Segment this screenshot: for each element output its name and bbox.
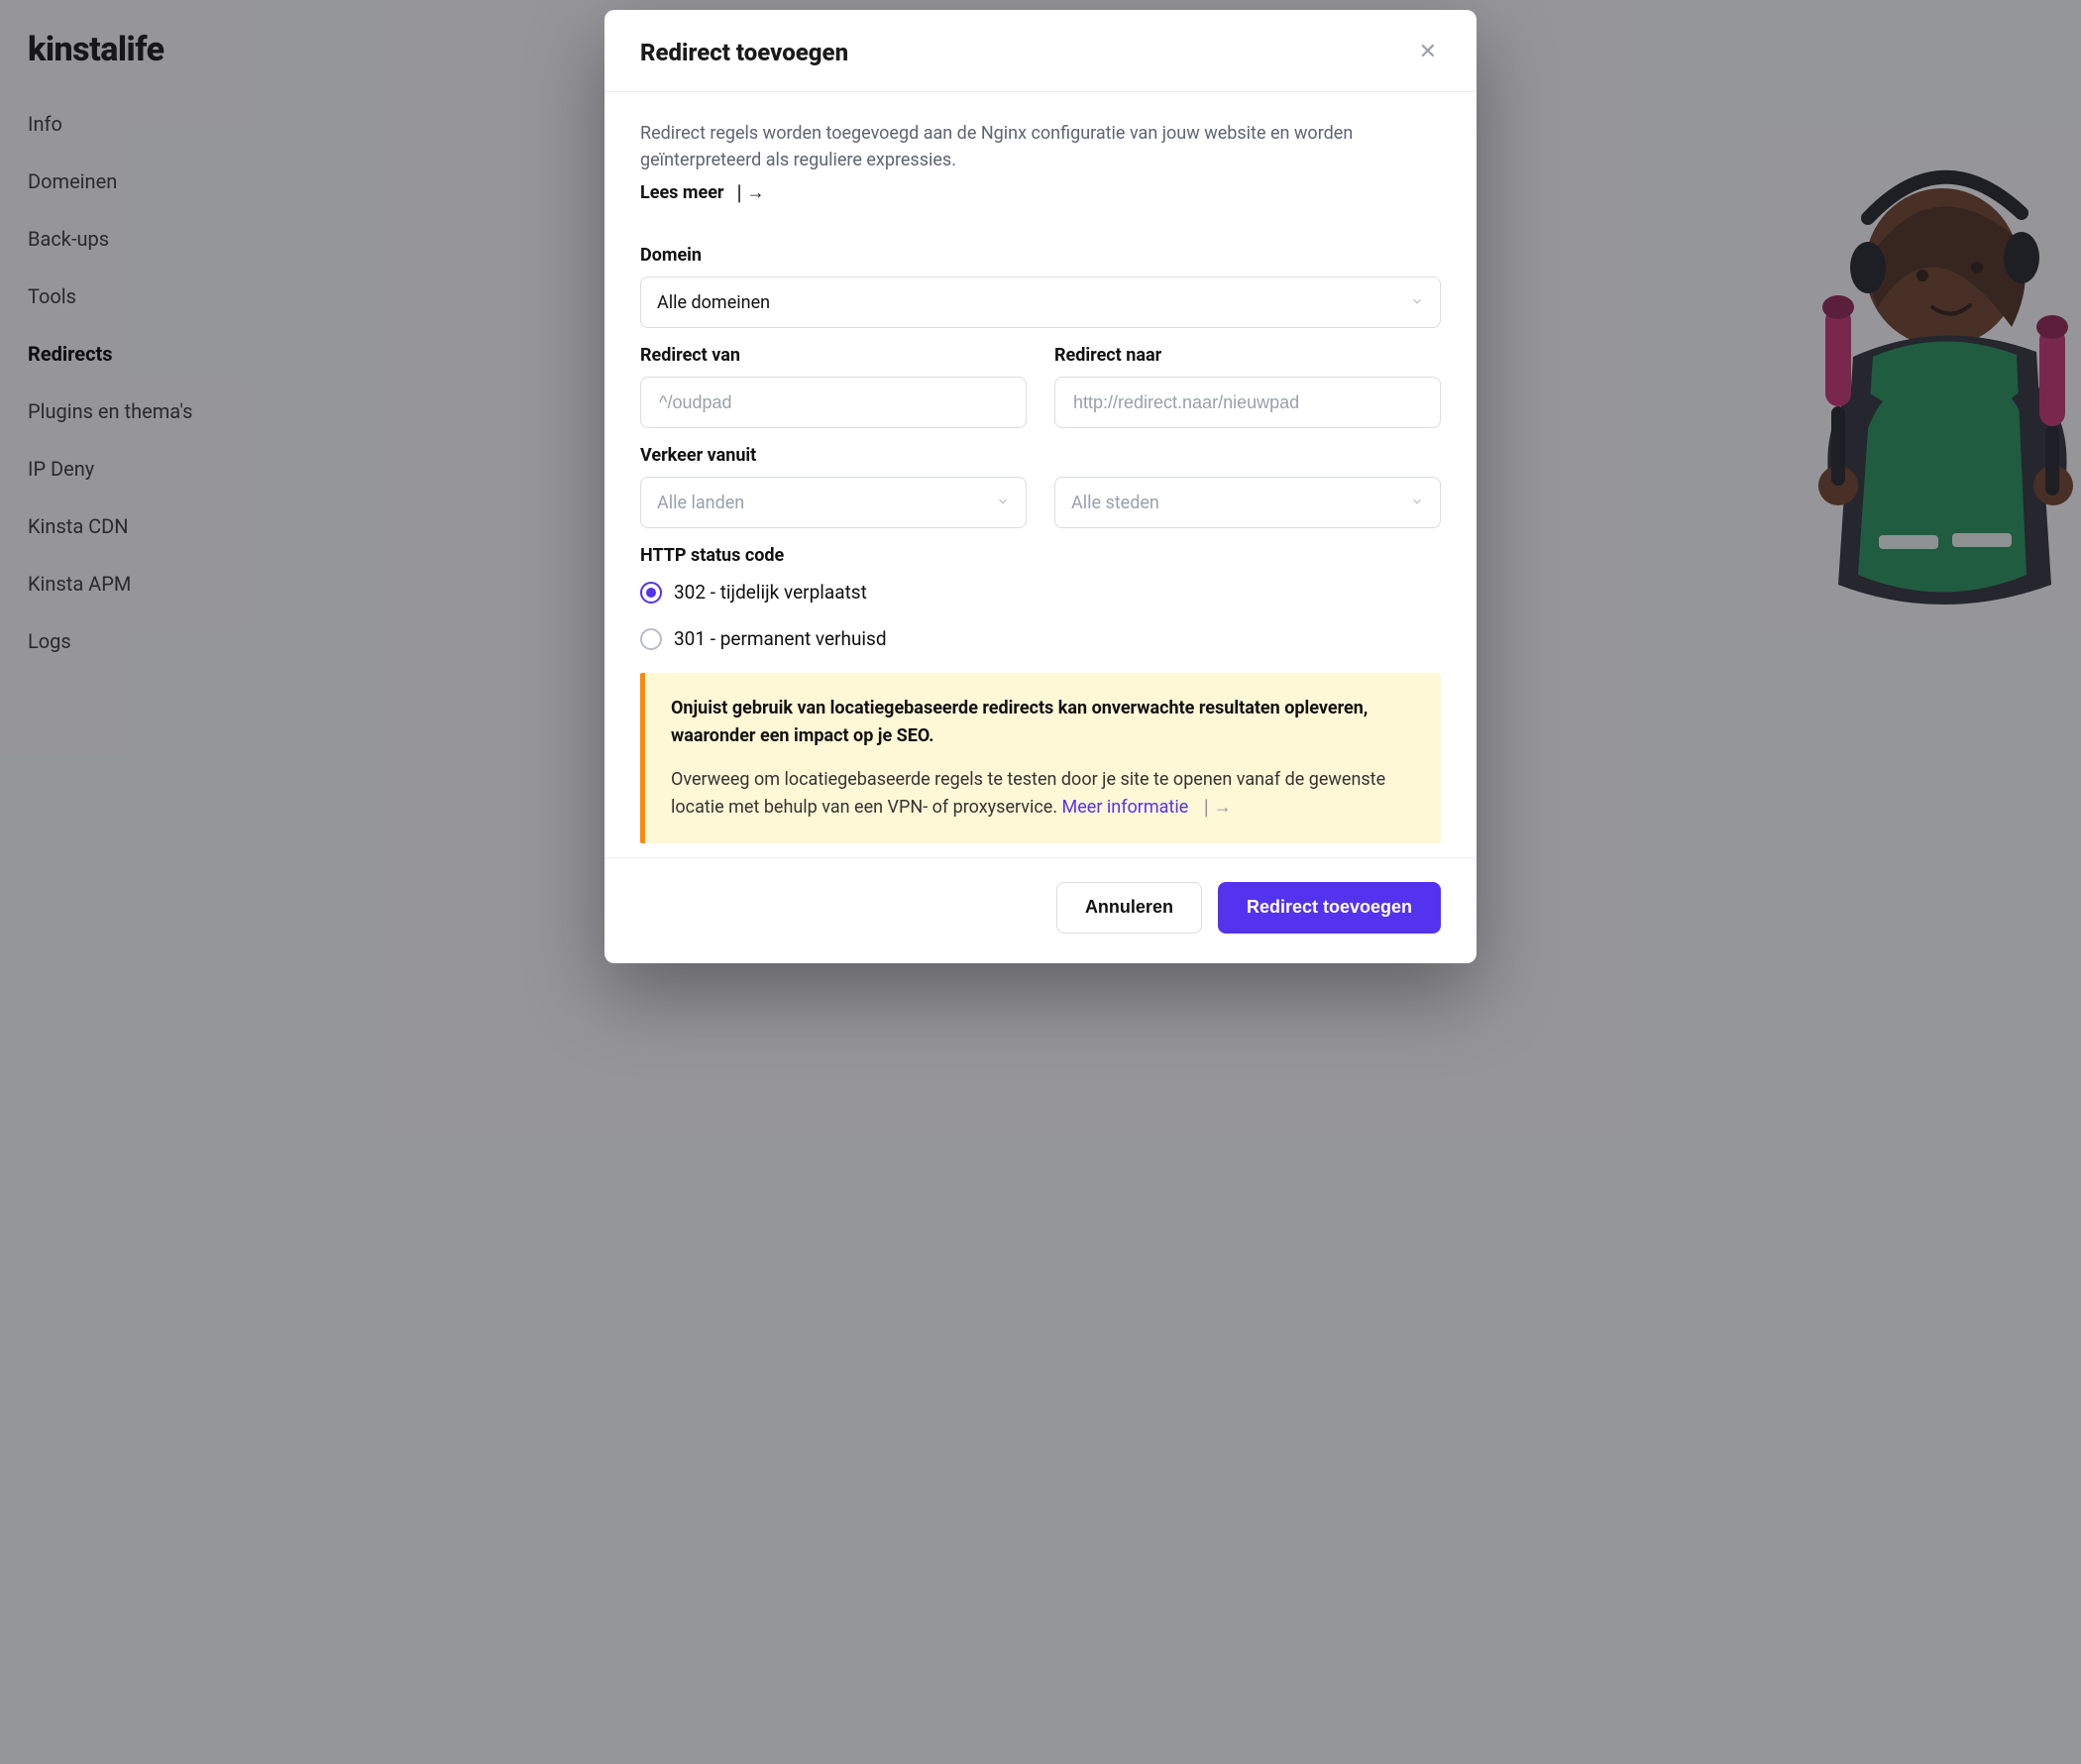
domain-select[interactable]: Alle domeinen [640, 276, 1441, 328]
modal-header: Redirect toevoegen ✕ [604, 10, 1477, 91]
status-302-label: 302 - tijdelijk verplaatst [674, 579, 867, 607]
countries-select[interactable]: Alle landen [640, 477, 1027, 528]
callout-more-info-link[interactable]: Meer informatie [1062, 797, 1189, 818]
domain-label: Domein [640, 242, 1441, 269]
countries-select-value: Alle landen [657, 490, 744, 516]
domain-select-value: Alle domeinen [657, 289, 770, 316]
status-302-option[interactable]: 302 - tijdelijk verplaatst [640, 579, 1441, 607]
app-root: kinstalife Info Domeinen Back-ups Tools … [0, 0, 2081, 1764]
radio-icon [640, 582, 662, 604]
cities-select[interactable]: Alle steden [1054, 477, 1441, 528]
submit-button[interactable]: Redirect toevoegen [1218, 882, 1441, 934]
read-more-label: Lees meer [640, 179, 724, 206]
geolocation-warning-callout: Onjuist gebruik van locatiegebaseerde re… [640, 673, 1441, 843]
redirect-from-input[interactable] [657, 378, 1010, 427]
redirect-to-input-wrap [1054, 377, 1441, 428]
status-301-option[interactable]: 301 - permanent verhuisd [640, 625, 1441, 654]
redirect-from-label: Redirect van [640, 342, 1027, 369]
read-more-link[interactable]: Lees meer ❘→ [640, 179, 765, 206]
chevron-down-icon [996, 490, 1010, 516]
chevron-down-icon [1410, 289, 1424, 316]
add-redirect-modal: Redirect toevoegen ✕ Redirect regels wor… [604, 10, 1477, 963]
cancel-button[interactable]: Annuleren [1056, 882, 1202, 934]
status-301-label: 301 - permanent verhuisd [674, 625, 887, 654]
redirect-from-input-wrap [640, 377, 1027, 428]
traffic-from-label: Verkeer vanuit [640, 442, 1441, 469]
modal-title: Redirect toevoegen [640, 39, 848, 66]
external-link-icon: ❘→ [1199, 797, 1232, 818]
redirect-to-label: Redirect naar [1054, 342, 1441, 369]
close-icon[interactable]: ✕ [1415, 38, 1441, 67]
radio-icon [640, 628, 662, 650]
status-code-label: HTTP status code [640, 542, 1441, 569]
modal-description: Redirect regels worden toegevoegd aan de… [640, 120, 1441, 173]
redirect-to-input[interactable] [1071, 378, 1424, 427]
modal-footer: Annuleren Redirect toevoegen [604, 857, 1477, 963]
external-link-icon: ❘→ [732, 179, 765, 206]
cities-select-value: Alle steden [1071, 490, 1159, 516]
callout-body: Overweeg om locatiegebaseerde regels te … [671, 769, 1385, 818]
chevron-down-icon [1410, 490, 1424, 516]
status-code-radio-group: 302 - tijdelijk verplaatst 301 - permane… [640, 579, 1441, 653]
callout-strong: Onjuist gebruik van locatiegebaseerde re… [671, 698, 1368, 746]
modal-body: Redirect regels worden toegevoegd aan de… [604, 92, 1477, 857]
